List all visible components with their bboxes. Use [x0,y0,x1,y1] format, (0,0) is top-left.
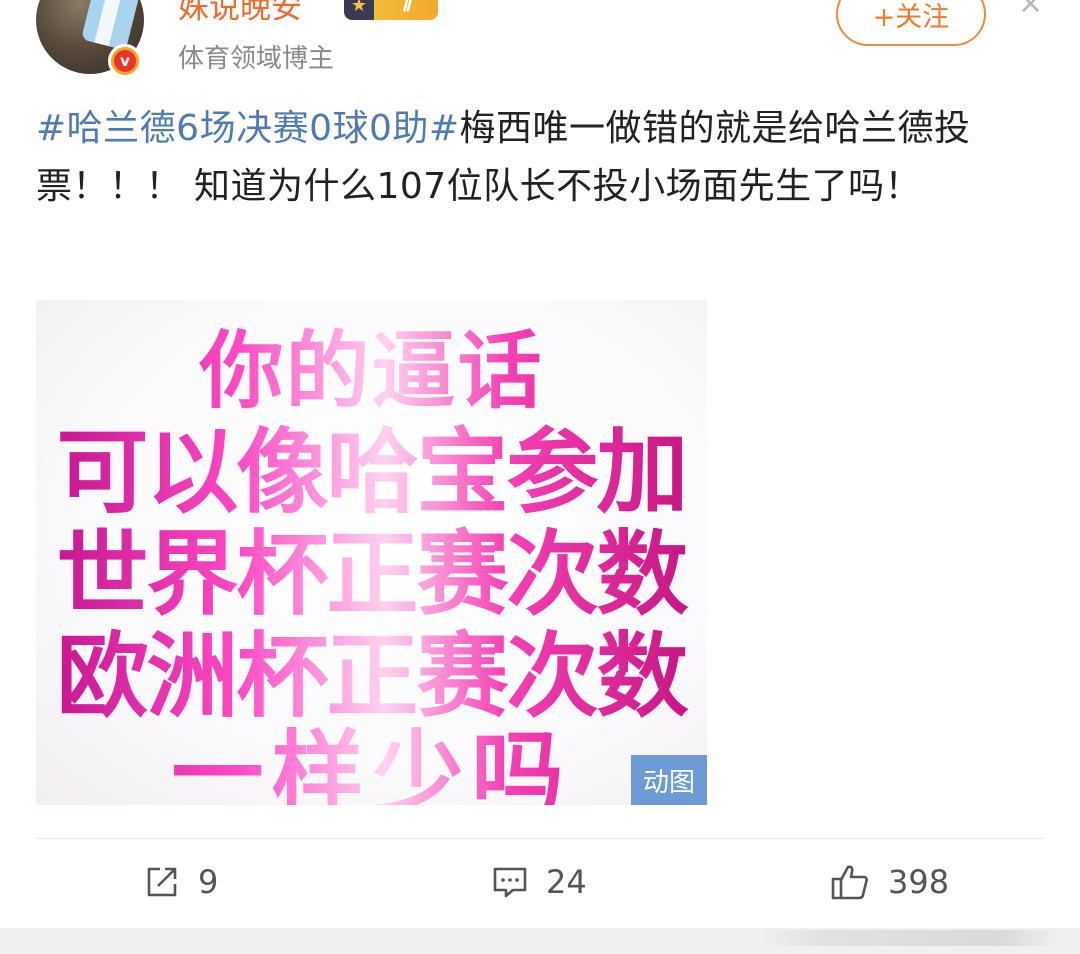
post-text: #哈兰德6场决赛0球0助#梅西唯一做错的就是给哈兰德投票！！！ 知道为什么107… [36,100,1036,216]
comment-button[interactable]: 24 [492,858,587,906]
level-badge[interactable]: ★ Ⅱ [344,0,438,20]
repost-button[interactable]: 9 [144,858,218,906]
avatar-jersey [81,0,144,51]
gif-badge: 动图 [631,755,707,805]
share-icon [144,864,180,900]
next-post-strip [0,928,1080,954]
verified-icon: v [108,44,142,78]
username[interactable]: 姝说晚安 [178,0,302,27]
like-button[interactable]: 398 [830,858,949,906]
level-label: Ⅱ [401,0,411,15]
blurred-content [760,930,1060,946]
comment-icon [492,864,528,900]
like-count: 398 [888,863,950,901]
star-icon: ★ [344,0,374,20]
follow-button[interactable]: +关注 [836,0,986,46]
verified-glyph: v [114,50,136,72]
close-icon[interactable]: × [1018,0,1043,21]
comment-count: 24 [546,863,587,901]
user-subtitle: 体育领域博主 [178,44,335,74]
gif-image[interactable]: 你的逼话 可以像哈宝参加 世界杯正赛次数 欧洲杯正赛次数 一样少吗 [36,300,707,805]
gif-text-line: 一样少吗 [36,700,707,805]
thumbs-up-icon [830,862,870,902]
repost-count: 9 [198,863,219,901]
hashtag-link[interactable]: #哈兰德6场决赛0球0助# [36,108,460,149]
divider [36,838,1044,839]
